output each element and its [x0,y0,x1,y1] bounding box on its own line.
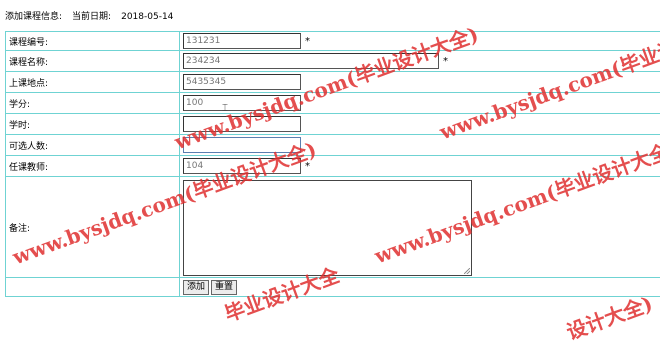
teacher-input[interactable]: 104 [183,158,301,174]
course-no-label: 课程编号: [6,32,180,51]
capacity-cell [180,135,660,156]
hours-input[interactable] [183,116,301,132]
date-label: 当前日期: [72,12,111,22]
reset-button[interactable]: 重置 [211,280,237,295]
course-name-input[interactable]: 234234 [183,53,439,69]
credits-label: 学分: [6,93,180,114]
add-button[interactable]: 添加 [183,280,209,295]
course-name-label: 课程名称: [6,51,180,72]
credits-input[interactable]: 100 [183,95,301,111]
empty-cell [6,278,180,297]
capacity-label: 可选人数: [6,135,180,156]
text-cursor-icon: ⌶ [222,103,228,114]
resize-grip-icon[interactable] [464,268,470,274]
required-mark: * [305,36,310,47]
location-cell: 5435345 [180,72,660,93]
remarks-cell [180,177,660,278]
date-value: 2018-05-14 [121,12,173,22]
course-form: 课程编号: 131231 * 课程名称: 234234 * 上课地点: 543534… [5,31,660,297]
hours-label: 学时: [6,114,180,135]
location-label: 上课地点: [6,72,180,93]
page-title: 添加课程信息: [5,12,62,22]
course-no-input[interactable]: 131231 [183,33,301,49]
page-header: 添加课程信息: 当前日期: 2018-05-14 [5,9,173,22]
required-mark: * [305,161,310,172]
capacity-input[interactable] [183,137,301,153]
required-mark: * [443,56,448,67]
location-input[interactable]: 5435345 [183,74,301,90]
button-cell: 添加重置 [180,278,660,297]
teacher-cell: 104 * [180,156,660,177]
teacher-label: 任课教师: [6,156,180,177]
course-no-cell: 131231 * [180,32,660,51]
course-name-cell: 234234 * [180,51,660,72]
remarks-label: 备注: [6,177,180,278]
credits-cell: 100 [180,93,660,114]
hours-cell [180,114,660,135]
remarks-textarea[interactable] [183,180,472,276]
